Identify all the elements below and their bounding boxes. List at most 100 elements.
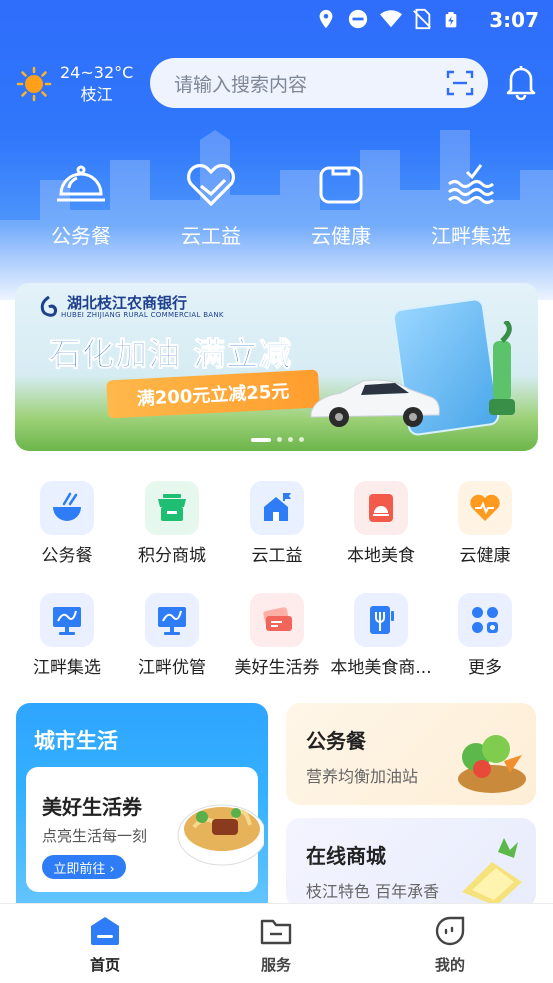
grid-label: 云健康 xyxy=(459,546,511,566)
pagination-dot-active xyxy=(251,437,271,442)
tab-home[interactable]: 首页 xyxy=(55,914,155,975)
service-dining[interactable]: 公务餐 xyxy=(15,481,119,566)
top-nav-item-river[interactable]: 江畔集选 xyxy=(406,160,536,249)
pagination-dot xyxy=(277,437,282,442)
dining-cloche-icon xyxy=(57,165,105,202)
bank-name-en: HUBEI ZHIJIANG RURAL COMMERCIAL BANK xyxy=(61,311,224,319)
promo-banner[interactable]: 湖北枝江农商银行 HUBEI ZHIJIANG RURAL COMMERCIAL… xyxy=(15,283,538,451)
service-points-mall[interactable]: 积分商城 xyxy=(120,481,224,566)
online-mall-title: 在线商城 xyxy=(306,844,386,868)
car-image xyxy=(310,379,440,427)
monitor-chart-icon xyxy=(158,607,186,635)
official-dining-title: 公务餐 xyxy=(306,729,366,753)
service-river-select[interactable]: 江畔集选 xyxy=(15,593,119,678)
status-time: 3:07 xyxy=(489,8,539,32)
grid-label: 云工益 xyxy=(251,546,303,566)
grid-icon-bg xyxy=(40,481,94,535)
banner-ribbon: 满200元立减25元 xyxy=(106,369,320,419)
service-river-manage[interactable]: 江畔优管 xyxy=(120,593,224,678)
bank-name: 湖北枝江农商银行 xyxy=(67,294,188,312)
official-dining-card[interactable]: 公务餐 营养均衡加油站 xyxy=(286,703,536,805)
bottom-tab-bar: 首页 服务 我的 xyxy=(0,903,553,983)
grid-label: 公务餐 xyxy=(41,546,93,566)
fork-card-icon xyxy=(370,606,394,634)
top-nav-label: 江畔集选 xyxy=(431,224,511,248)
top-nav-label: 公务餐 xyxy=(51,224,111,248)
bowl-icon xyxy=(53,492,81,521)
more-grid-icon xyxy=(472,607,498,633)
service-welfare[interactable]: 云工益 xyxy=(225,481,329,566)
tab-label: 首页 xyxy=(89,956,120,974)
banner-pagination xyxy=(251,437,304,442)
scan-icon[interactable] xyxy=(446,69,474,97)
folder-icon xyxy=(260,919,292,945)
grid-label: 江畔优管 xyxy=(138,658,206,678)
grid-icon-bg xyxy=(250,481,304,535)
grid-icon-bg xyxy=(458,481,512,535)
search-placeholder: 请输入搜索内容 xyxy=(174,73,308,96)
service-local-food-merchant[interactable]: 本地美食商... xyxy=(329,593,433,678)
weather-widget[interactable]: 24~32°C 枝江 xyxy=(16,62,133,106)
no-sim-icon xyxy=(411,8,433,30)
grid-icon-bg xyxy=(145,593,199,647)
tab-label: 我的 xyxy=(434,956,465,974)
header: 3:07 24~32°C 枝江 请输入搜索内容 公务餐 云工益 云健康 江畔集选 xyxy=(0,0,553,300)
do-not-disturb-icon xyxy=(347,8,369,30)
health-heart-icon xyxy=(470,494,500,521)
top-nav-item-dining[interactable]: 公务餐 xyxy=(16,160,146,249)
weather-city: 枝江 xyxy=(80,85,113,104)
store-icon xyxy=(158,494,186,521)
food-bell-icon xyxy=(369,494,393,522)
grid-label: 本地美食 xyxy=(347,546,415,566)
status-icons xyxy=(315,8,465,30)
noodle-bowl-image xyxy=(177,804,264,866)
online-mall-card[interactable]: 在线商城 枝江特色 百年承香 xyxy=(286,818,536,908)
grid-icon-bg xyxy=(145,481,199,535)
pagination-dot xyxy=(299,437,304,442)
service-health[interactable]: 云健康 xyxy=(433,481,537,566)
official-dining-subtitle: 营养均衡加油站 xyxy=(306,767,419,786)
service-local-food[interactable]: 本地美食 xyxy=(329,481,433,566)
weather-temperature: 24~32°C xyxy=(60,63,134,82)
grid-label: 美好生活券 xyxy=(234,658,320,678)
status-bar: 3:07 xyxy=(0,0,553,40)
grid-label: 本地美食商... xyxy=(330,658,432,678)
fuel-nozzle-image xyxy=(489,321,515,415)
house-flag-icon xyxy=(264,493,291,521)
monitor-icon xyxy=(53,607,81,635)
top-nav: 公务餐 云工益 云健康 江畔集选 xyxy=(0,160,553,260)
top-nav-item-health[interactable]: 云健康 xyxy=(276,160,406,249)
top-nav-item-welfare[interactable]: 云工益 xyxy=(146,160,276,249)
bank-logo: 湖北枝江农商银行 HUBEI ZHIJIANG RURAL COMMERCIAL… xyxy=(37,295,224,319)
go-now-button[interactable]: 立即前往 › xyxy=(42,855,126,879)
banner-title: 石化加油 满立减 xyxy=(48,335,293,374)
online-mall-subtitle: 枝江特色 百年承香 xyxy=(306,882,440,901)
wifi-icon xyxy=(379,8,402,30)
service-more[interactable]: 更多 xyxy=(433,593,537,678)
grid-label: 江畔集选 xyxy=(33,658,101,678)
city-life-title: 城市生活 xyxy=(34,729,118,753)
vegetable-basket-image xyxy=(458,735,526,793)
pagination-dot xyxy=(288,437,293,442)
river-waves-icon xyxy=(448,164,494,204)
bell-icon[interactable] xyxy=(505,64,537,100)
health-box-icon xyxy=(319,166,363,204)
life-voucher-card[interactable]: 美好生活券 点亮生活每一刻 立即前往 › xyxy=(26,767,264,892)
tab-services[interactable]: 服务 xyxy=(226,914,326,975)
grid-label: 积分商城 xyxy=(138,546,206,566)
life-voucher-title: 美好生活券 xyxy=(42,795,142,819)
grid-icon-bg xyxy=(40,593,94,647)
location-icon xyxy=(315,8,337,30)
city-life-card[interactable]: 城市生活 美好生活券 点亮生活每一刻 立即前往 › xyxy=(16,703,268,923)
grid-icon-bg xyxy=(250,593,304,647)
grid-icon-bg xyxy=(354,481,408,535)
ticket-icon xyxy=(263,607,292,631)
tab-profile[interactable]: 我的 xyxy=(400,914,500,975)
sun-icon xyxy=(16,66,52,102)
service-life-voucher[interactable]: 美好生活券 xyxy=(225,593,329,678)
battery-charging-icon xyxy=(443,8,465,30)
life-voucher-subtitle: 点亮生活每一刻 xyxy=(42,827,148,845)
search-input[interactable]: 请输入搜索内容 xyxy=(150,58,488,108)
profile-face-icon xyxy=(435,916,465,946)
grid-icon-bg xyxy=(458,593,512,647)
